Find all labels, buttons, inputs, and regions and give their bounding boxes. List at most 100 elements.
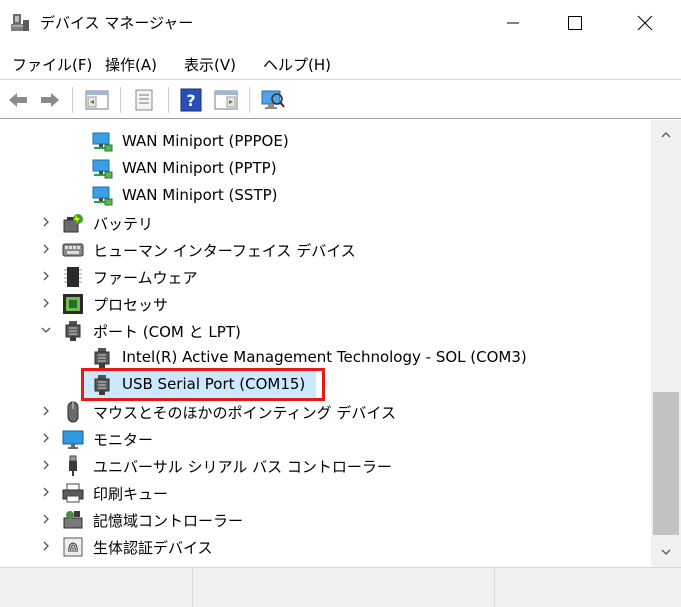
tree-item-label: ユニバーサル シリアル バス コントローラー	[93, 458, 392, 476]
maximize-button[interactable]	[547, 0, 603, 46]
maximize-icon	[568, 16, 582, 30]
help-icon: ?	[180, 88, 202, 112]
tree-item-label: 印刷キュー	[93, 485, 169, 503]
port-icon	[94, 348, 110, 368]
network-adapter-icon	[92, 186, 113, 206]
monitor-icon	[62, 430, 84, 449]
chevron-right-icon[interactable]	[40, 540, 52, 552]
tree-item-label: WAN Miniport (PPTP)	[122, 159, 277, 177]
tree-item[interactable]: プロセッサ	[0, 290, 651, 317]
tree-item-label: WAN Miniport (PPPOE)	[122, 132, 289, 150]
tree-item-label: プロセッサ	[93, 296, 169, 314]
status-cell	[0, 568, 193, 607]
toolbar-separator	[72, 87, 73, 113]
window-title: デバイス マネージャー	[40, 14, 194, 32]
tree-item-label: ヒューマン インターフェイス デバイス	[93, 242, 356, 260]
chevron-right-icon[interactable]	[40, 270, 52, 282]
tree-item-label: 生体認証デバイス	[93, 539, 213, 557]
vertical-scrollbar[interactable]	[651, 120, 681, 567]
close-icon	[637, 15, 653, 31]
firmware-icon	[64, 267, 82, 287]
console-tree-icon	[85, 90, 109, 110]
minimize-button[interactable]	[485, 0, 541, 46]
chevron-right-icon[interactable]	[40, 297, 52, 309]
menu-file[interactable]: ファイル(F)	[12, 54, 92, 75]
tree-item-selected[interactable]: USB Serial Port (COM15)	[0, 368, 651, 401]
toolbar: ?	[0, 81, 681, 119]
svg-text:?: ?	[186, 91, 195, 110]
tree-item[interactable]: Intel(R) Active Management Technology - …	[0, 344, 651, 371]
scan-hardware-button[interactable]	[258, 85, 288, 115]
console-tree-button[interactable]	[82, 85, 112, 115]
chevron-up-icon	[661, 132, 671, 138]
annotation-highlight-box	[81, 368, 325, 401]
printer-icon	[62, 483, 84, 503]
tree-item-label: WAN Miniport (SSTP)	[122, 186, 278, 204]
back-button[interactable]	[4, 85, 32, 115]
forward-button[interactable]	[36, 85, 64, 115]
menu-bar: ファイル(F) 操作(A) 表示(V) ヘルプ(H)	[0, 46, 681, 80]
battery-icon	[63, 214, 83, 233]
tree-item[interactable]: ファームウェア	[0, 263, 651, 290]
chevron-right-icon[interactable]	[40, 486, 52, 498]
properties-icon	[135, 89, 153, 111]
network-adapter-icon	[92, 159, 113, 179]
tree-item[interactable]: ポート (COM と LPT)	[0, 317, 651, 344]
chevron-right-icon[interactable]	[40, 243, 52, 255]
chevron-right-icon[interactable]	[40, 405, 52, 417]
processor-icon	[63, 294, 83, 314]
forward-arrow-icon	[41, 93, 59, 107]
device-manager-icon	[11, 14, 29, 31]
tree-item-label: ファームウェア	[93, 269, 198, 287]
title-bar: デバイス マネージャー	[0, 0, 681, 46]
chevron-down-icon	[661, 549, 671, 555]
storage-controller-icon	[63, 511, 83, 529]
usb-icon	[69, 455, 77, 476]
tree-item-label: 記憶域コントローラー	[93, 512, 244, 530]
chevron-right-icon[interactable]	[40, 216, 52, 228]
tree-item[interactable]: バッテリ	[0, 209, 651, 236]
close-button[interactable]	[617, 0, 673, 46]
scroll-up-button[interactable]	[651, 120, 681, 150]
status-bar	[0, 567, 681, 607]
tree-item-label: ポート (COM と LPT)	[93, 323, 241, 341]
scroll-down-button[interactable]	[651, 537, 681, 567]
menu-view[interactable]: 表示(V)	[184, 54, 236, 75]
chevron-right-icon[interactable]	[40, 459, 52, 471]
toolbar-separator	[249, 87, 250, 113]
scroll-thumb[interactable]	[653, 392, 679, 535]
tree-item-label: Intel(R) Active Management Technology - …	[122, 348, 527, 366]
tree-item-label: モニター	[93, 431, 154, 449]
action-pane-button[interactable]	[211, 85, 241, 115]
tree-item[interactable]: マウスとそのほかのポインティング デバイス	[0, 398, 651, 425]
tree-item[interactable]: モニター	[0, 425, 651, 452]
hid-icon	[62, 243, 84, 257]
menu-help[interactable]: ヘルプ(H)	[263, 54, 331, 75]
scan-hardware-icon	[261, 90, 285, 109]
network-adapter-icon	[92, 132, 113, 152]
tree-item[interactable]: 印刷キュー	[0, 479, 651, 506]
action-pane-icon	[214, 90, 238, 110]
chevron-down-icon[interactable]	[40, 324, 52, 336]
fingerprint-icon	[63, 537, 83, 557]
help-button[interactable]: ?	[177, 85, 205, 115]
toolbar-separator	[120, 87, 121, 113]
tree-item[interactable]: WAN Miniport (PPTP)	[0, 155, 651, 182]
tree-item[interactable]: 記憶域コントローラー	[0, 506, 651, 533]
chevron-right-icon[interactable]	[40, 513, 52, 525]
properties-button[interactable]	[129, 85, 159, 115]
tree-item[interactable]: WAN Miniport (SSTP)	[0, 182, 651, 209]
device-tree[interactable]: WAN Miniport (PPPOE) WAN Miniport (PPTP)…	[0, 120, 651, 567]
minimize-icon	[507, 22, 519, 24]
toolbar-separator	[168, 87, 169, 113]
menu-action[interactable]: 操作(A)	[105, 54, 157, 75]
mouse-icon	[67, 401, 79, 423]
chevron-right-icon[interactable]	[40, 432, 52, 444]
tree-item[interactable]: 生体認証デバイス	[0, 533, 651, 560]
status-cell	[193, 568, 495, 607]
tree-item[interactable]: WAN Miniport (PPPOE)	[0, 128, 651, 155]
back-arrow-icon	[9, 93, 27, 107]
tree-item[interactable]: ユニバーサル シリアル バス コントローラー	[0, 452, 651, 479]
tree-item[interactable]: ヒューマン インターフェイス デバイス	[0, 236, 651, 263]
tree-item-label: マウスとそのほかのポインティング デバイス	[93, 404, 396, 422]
